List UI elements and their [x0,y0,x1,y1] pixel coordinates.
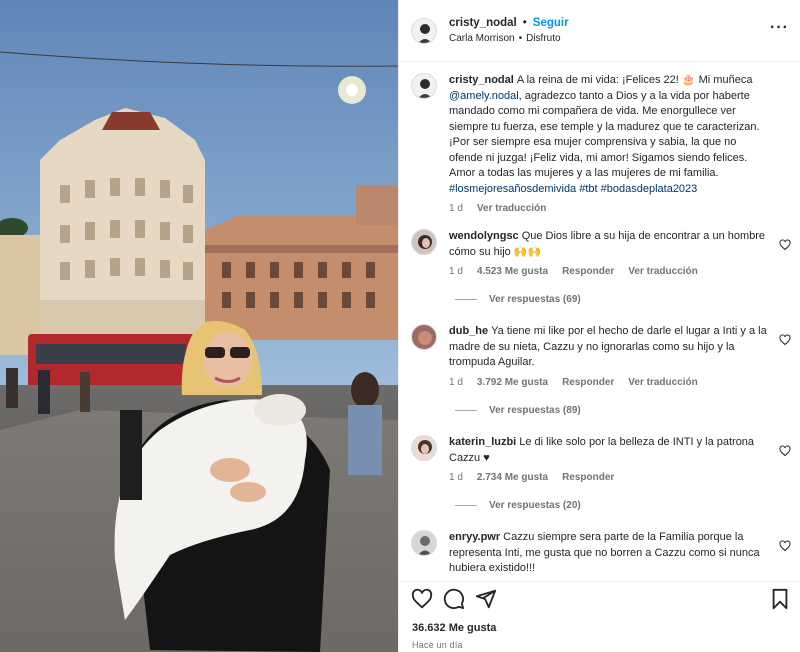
comment-username[interactable]: enryy.pwr [449,531,500,543]
caption-meta: 1 d Ver traducción [449,203,769,214]
commenter-avatar-image [412,531,436,555]
replies-line [455,299,477,300]
view-replies-label[interactable]: Ver respuestas (20) [489,500,581,511]
more-options-icon[interactable]: ··· [770,20,789,36]
comment-age: 1 d [449,472,463,483]
audio-artist[interactable]: Carla Morrison [449,33,515,44]
instagram-post-modal: cristy_nodal • Seguir Carla Morrison • D… [0,0,800,652]
caption-mention[interactable]: @amely.nodal [449,90,519,102]
heart-icon[interactable] [411,588,433,610]
comment-likes[interactable]: 3.792 Me gusta [477,377,548,388]
commenter-avatar-image [412,230,436,254]
comment-likes[interactable]: 4.523 Me gusta [477,266,548,277]
comment-avatar[interactable] [411,324,437,350]
caption-age: 1 d [449,203,463,214]
likes-count[interactable]: 36.632 Me gusta [412,622,496,634]
share-icon[interactable] [475,588,497,610]
caption-body: cristy_nodal A la reina de mi vida: ¡Feli… [449,73,769,214]
comment-text: wendolyngsc Que Dios libre a su hija de e… [449,229,769,260]
comments-section: cristy_nodal A la reina de mi vida: ¡Feli… [399,63,800,581]
post-actions: 36.632 Me gusta Hace un día [399,581,800,652]
header-dot-separator: • [522,17,527,29]
comment-text: enryy.pwr Cazzu siempre sera parte de la … [449,530,769,577]
caption-translate-link[interactable]: Ver traducción [477,203,546,214]
comment-avatar[interactable] [411,435,437,461]
follow-button[interactable]: Seguir [533,17,569,29]
comment-meta: 1 d 3.792 Me gusta Responder Ver traducc… [449,377,769,388]
caption-avatar[interactable] [411,73,437,99]
view-replies-label[interactable]: Ver respuestas (69) [489,294,581,305]
comment-item: dub_he Ya tiene mi like por el hecho de d… [411,324,791,388]
comment-meta: 1 d 4.523 Me gusta Responder Ver traducc… [449,266,769,277]
comment-avatar[interactable] [411,530,437,556]
comment-item: enryy.pwr Cazzu siempre sera parte de la … [411,530,791,577]
post-header: cristy_nodal • Seguir Carla Morrison • D… [399,0,800,62]
view-replies-button[interactable]: Ver respuestas (89) [455,405,581,416]
caption-text-part-1: A la reina de mi vida: ¡Felices 22! 🎂 Mi… [516,74,753,86]
comment-meta: 1 d 2.734 Me gusta Responder [449,472,769,483]
comment-content: Ya tiene mi like por el hecho de darle e… [449,325,767,368]
caption-avatar-image [412,74,436,98]
comment-like-heart-icon[interactable] [779,239,791,251]
author-username[interactable]: cristy_nodal [449,17,517,29]
caption-text-part-2: , agradezco tanto a Dios y a la vida por… [449,89,760,180]
comment-body: enryy.pwr Cazzu siempre sera parte de la … [449,530,769,577]
caption-username[interactable]: cristy_nodal [449,74,514,86]
author-avatar[interactable] [411,17,437,44]
post-photo[interactable] [0,0,398,652]
reply-button[interactable]: Responder [562,377,614,388]
comment-body: katerin_luzbi Le di like solo por la bell… [449,435,769,483]
audio-title[interactable]: Disfruto [526,33,560,44]
comment-username[interactable]: dub_he [449,325,488,337]
comment-translate-link[interactable]: Ver traducción [628,377,697,388]
comment-avatar[interactable] [411,229,437,255]
comment-text: katerin_luzbi Le di like solo por la bell… [449,435,769,466]
photo-illustration [0,0,398,652]
comment-text: dub_he Ya tiene mi like por el hecho de d… [449,324,769,371]
post-sidebar: cristy_nodal • Seguir Carla Morrison • D… [398,0,800,652]
comment-username[interactable]: katerin_luzbi [449,436,516,448]
comment-body: dub_he Ya tiene mi like por el hecho de d… [449,324,769,388]
comment-icon[interactable] [443,588,465,610]
replies-line [455,505,477,506]
comment-likes[interactable]: 2.734 Me gusta [477,472,548,483]
comment-age: 1 d [449,376,463,388]
comment-like-heart-icon[interactable] [779,334,791,346]
comment-body: wendolyngsc Que Dios libre a su hija de e… [449,229,769,277]
comment-translate-link[interactable]: Ver traducción [628,266,697,277]
audio-separator: • [518,33,523,44]
caption-entry: cristy_nodal A la reina de mi vida: ¡Feli… [411,73,791,214]
view-replies-label[interactable]: Ver respuestas (89) [489,405,581,416]
post-time: Hace un día [412,640,463,650]
comment-item: katerin_luzbi Le di like solo por la bell… [411,435,791,483]
bookmark-icon[interactable] [769,588,791,610]
commenter-avatar-image [412,436,436,460]
caption-hashtags[interactable]: #losmejoresañosdemivida #tbt #bodasdepla… [449,183,697,195]
header-text: cristy_nodal • Seguir Carla Morrison • D… [449,17,569,44]
audio-info: Carla Morrison • Disfruto [449,33,569,44]
comment-like-heart-icon[interactable] [779,540,791,552]
replies-line [455,410,477,411]
comment-like-heart-icon[interactable] [779,445,791,457]
reply-button[interactable]: Responder [562,266,614,277]
author-avatar-image [412,18,436,43]
comment-item: wendolyngsc Que Dios libre a su hija de e… [411,229,791,277]
commenter-avatar-image [412,325,436,349]
reply-button[interactable]: Responder [562,472,614,483]
view-replies-button[interactable]: Ver respuestas (20) [455,500,581,511]
comment-age: 1 d [449,266,463,277]
header-title-row: cristy_nodal • Seguir [449,17,569,29]
view-replies-button[interactable]: Ver respuestas (69) [455,294,581,305]
comment-username[interactable]: wendolyngsc [449,230,519,242]
action-bar [411,588,791,612]
caption-text: cristy_nodal A la reina de mi vida: ¡Feli… [449,73,769,197]
